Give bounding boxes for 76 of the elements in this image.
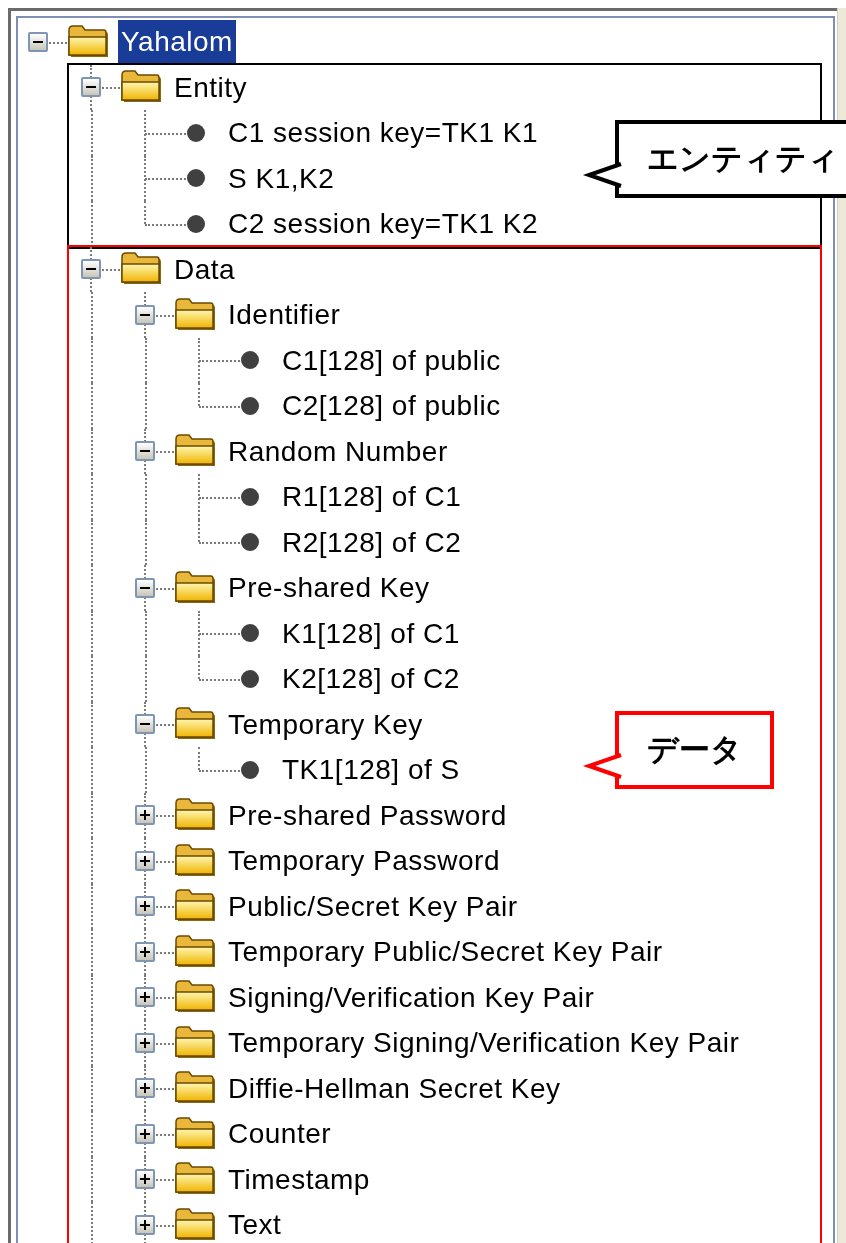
expand-icon[interactable] [135, 1123, 155, 1144]
tree-item[interactable]: Temporary Key [225, 702, 426, 746]
collapse-icon[interactable] [81, 259, 101, 280]
folder-icon [174, 297, 218, 332]
callout: データ [615, 711, 774, 789]
folder-icon [120, 252, 164, 287]
folder-icon [174, 1116, 218, 1151]
scrollbar[interactable] [837, 8, 846, 1243]
expand-icon[interactable] [135, 941, 155, 962]
tree-item[interactable]: S K1,K2 [225, 156, 338, 200]
folder-icon [120, 70, 164, 105]
tree-item[interactable]: Diffie-Hellman Secret Key [225, 1066, 564, 1110]
bullet-icon [240, 532, 260, 553]
tree-item[interactable]: Pre-shared Key [225, 566, 433, 610]
folder-icon [174, 1025, 218, 1060]
bullet-icon [240, 668, 260, 689]
folder-icon [174, 980, 218, 1015]
tree-item[interactable]: Temporary Signing/Verification Key Pair [225, 1021, 743, 1065]
tree-item[interactable]: Data [171, 247, 239, 291]
tree-item[interactable]: Random Number [225, 429, 451, 473]
bullet-icon [240, 395, 260, 416]
folder-icon [174, 707, 218, 742]
tree-item[interactable]: K2[128] of C2 [279, 657, 463, 701]
tree-item[interactable]: Temporary Password [225, 839, 503, 883]
tree-item[interactable]: R1[128] of C1 [279, 475, 465, 519]
folder-icon [174, 889, 218, 924]
expand-icon[interactable] [135, 1214, 155, 1235]
tree-item[interactable]: Counter [225, 1112, 335, 1156]
expand-icon[interactable] [135, 896, 155, 917]
tree-item[interactable]: Public/Secret Key Pair [225, 884, 521, 928]
collapse-icon[interactable] [135, 304, 155, 325]
tree-item[interactable]: Signing/Verification Key Pair [225, 975, 598, 1019]
expand-icon[interactable] [135, 987, 155, 1008]
bullet-icon [240, 350, 260, 371]
tree-item[interactable]: K1[128] of C1 [279, 611, 463, 655]
folder-icon [174, 843, 218, 878]
expand-icon[interactable] [135, 1078, 155, 1099]
callout-pointer [585, 161, 619, 188]
collapse-icon[interactable] [81, 77, 101, 98]
tree-item[interactable]: R2[128] of C2 [279, 520, 465, 564]
bullet-icon [240, 486, 260, 507]
expand-icon[interactable] [135, 805, 155, 826]
bullet-icon [186, 213, 206, 234]
bullet-icon [186, 168, 206, 189]
folder-icon [174, 570, 218, 605]
collapse-icon[interactable] [135, 714, 155, 735]
expand-icon[interactable] [135, 850, 155, 871]
folder-icon [174, 798, 218, 833]
bullet-icon [240, 759, 260, 780]
callout: エンティティ [615, 119, 846, 198]
tree-item[interactable]: C1 session key=TK1 K1 [225, 111, 542, 155]
collapse-icon[interactable] [28, 31, 48, 52]
folder-icon [67, 24, 111, 59]
expand-icon[interactable] [135, 1032, 155, 1053]
collapse-icon[interactable] [135, 441, 155, 462]
folder-icon [174, 1207, 218, 1242]
tree-item[interactable]: C1[128] of public [279, 338, 504, 382]
bullet-icon [186, 122, 206, 143]
folder-icon [174, 1071, 218, 1106]
callout-pointer [585, 753, 619, 779]
tree-item[interactable]: Yahalom [118, 20, 236, 64]
tree-item[interactable]: Identifier [225, 293, 344, 337]
bullet-icon [240, 623, 260, 644]
tree-item[interactable]: C2[128] of public [279, 384, 504, 428]
tree-item[interactable]: TK1[128] of S [279, 748, 463, 792]
collapse-icon[interactable] [135, 577, 155, 598]
folder-icon [174, 434, 218, 469]
tree-item[interactable]: Pre-shared Password [225, 793, 510, 837]
tree-item[interactable]: Entity [171, 65, 251, 109]
expand-icon[interactable] [135, 1169, 155, 1190]
tree-item[interactable]: Timestamp [225, 1157, 373, 1201]
folder-icon [174, 934, 218, 969]
tree-item[interactable]: C2 session key=TK1 K2 [225, 202, 542, 246]
tree-item[interactable]: Text [225, 1203, 285, 1243]
tree-item[interactable]: Temporary Public/Secret Key Pair [225, 930, 666, 974]
folder-icon [174, 1162, 218, 1197]
